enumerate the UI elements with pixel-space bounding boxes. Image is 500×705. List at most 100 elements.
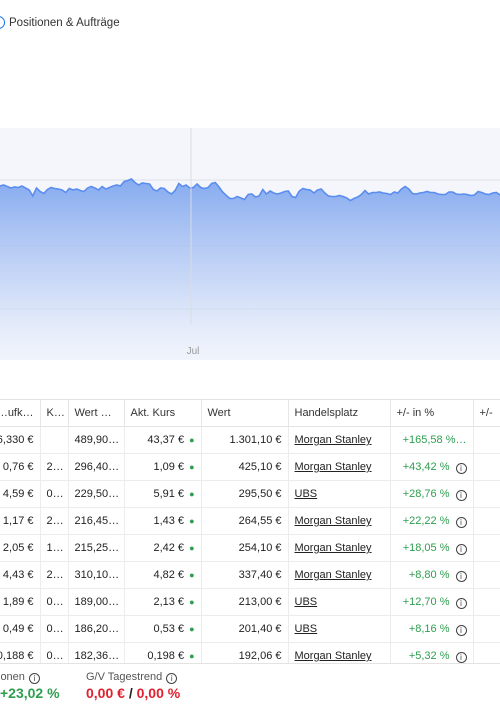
cell-abs [472,561,500,589]
cell-abs [472,507,500,535]
cell-wert: 213,00 € [200,588,288,616]
cell-wert: 425,10 € [200,453,288,481]
summary-left-value: +23,02 % [0,685,60,701]
live-dot-icon: ● [189,489,195,499]
info-icon[interactable]: i [455,624,467,636]
col-header-pct[interactable]: +/- in % [389,399,473,427]
handelsplatz-link[interactable]: UBS [295,488,318,500]
handelsplatz-link[interactable]: Morgan Stanley [295,542,372,554]
col-header-abs[interactable]: +/- [472,399,500,427]
cell-akt-kurs: 1,43 € ● [123,507,201,535]
price-chart: Jul [0,128,500,360]
cell-pct: +12,70 % i [389,588,473,616]
cell-k: 2… [39,453,68,481]
table-row[interactable]: 0,76 €2… 296,40… 1,09 € ● 425,10 € Morgan Sta… [0,453,500,481]
handelsplatz-link[interactable]: Morgan Stanley [295,650,372,662]
info-icon[interactable]: i [455,570,467,582]
handelsplatz-link[interactable]: UBS [295,596,318,608]
cell-handelsplatz: UBS [287,615,390,643]
cell-kaufkurs: 6,330 € [0,426,40,454]
gv-tagestrend-label: G/V Tagestrend [86,671,163,683]
cell-abs [472,534,500,562]
summary-footer: ionen i +23,02 % G/V Tagestrend i 0,00 € /… [0,663,500,705]
cell-handelsplatz: UBS [287,480,390,508]
price-chart-svg: Jul [0,128,500,360]
cell-akt-kurs: 4,82 € ● [123,561,201,589]
cell-wert: 254,10 € [200,534,288,562]
live-dot-icon: ● [189,543,195,553]
cell-pct: +8,80 % i [389,561,473,589]
col-header-k[interactable]: K… [39,399,68,427]
handelsplatz-link[interactable]: Morgan Stanley [295,461,372,473]
info-icon[interactable]: i [455,489,467,501]
col-header-handelsplatz[interactable]: Handelsplatz [287,399,390,427]
positions-orders-radio[interactable] [0,16,5,29]
info-icon[interactable]: i [455,462,467,474]
cell-wert-kauf: 216,45… [67,507,124,535]
info-icon[interactable]: i [455,516,467,528]
cell-k: 0… [39,480,68,508]
live-dot-icon: ● [189,570,195,580]
live-dot-icon: ● [189,435,195,445]
summary-left-label-wrap: ionen i [0,671,40,684]
pct-value: +165,58 %… [402,434,467,446]
col-header-wert-kauf[interactable]: Wert … [67,399,124,427]
cell-kaufkurs: 0,49 € [0,615,40,643]
col-header-kaufkurs[interactable]: …ufk… [0,399,40,427]
cell-handelsplatz: Morgan Stanley [287,426,390,454]
x-tick-label: Jul [187,346,200,357]
cell-wert-kauf: 310,10… [67,561,124,589]
table-row[interactable]: 4,59 €0… 229,50… 5,91 € ● 295,50 € UBS +28,76 … [0,480,500,508]
cell-akt-kurs: 2,13 € ● [123,588,201,616]
pct-value: +22,22 % [402,514,450,527]
live-dot-icon: ● [189,597,195,607]
cell-akt-kurs: 43,37 € ● [123,426,201,454]
table-row[interactable]: 4,43 €2… 310,10… 4,82 € ● 337,40 € Morgan Sta… [0,561,500,589]
handelsplatz-link[interactable]: Morgan Stanley [295,515,372,527]
positions-orders-label[interactable]: Positionen & Aufträge [9,17,120,29]
info-icon[interactable]: i [455,597,467,609]
table-row[interactable]: 0,49 €0… 186,20… 0,53 € ● 201,40 € UBS +8,16 %… [0,615,500,643]
pct-value: +43,42 % [402,460,450,473]
summary-right-label-wrap: G/V Tagestrend i [86,671,178,684]
pct-value: +5,32 % [408,649,450,662]
cell-wert: 201,40 € [200,615,288,643]
info-icon[interactable]: i [28,673,40,684]
cell-k: 1… [39,534,68,562]
summary-left-label: ionen [0,671,25,683]
col-header-wert[interactable]: Wert [200,399,288,427]
handelsplatz-link[interactable]: Morgan Stanley [295,434,372,446]
cell-akt-kurs: 0,198 € ● [123,642,201,663]
cell-kaufkurs: 1,17 € [0,507,40,535]
cell-wert: 192,06 € [200,642,288,663]
cell-wert-kauf: 182,36… [67,642,124,663]
gv-tagestrend-value: 0,00 € / 0,00 % [86,685,180,701]
table-row[interactable]: 6,330 € 489,90… 43,37 € ● 1.301,10 € Morgan S… [0,426,500,454]
table-row[interactable]: 0,188 €0… 182,36… 0,198 € ● 192,06 € Morgan S… [0,642,500,663]
akt-kurs-value: 2,42 € [153,542,185,554]
table-header-row: …ufk… K… Wert … Akt. Kurs Wert Handelspl… [0,399,500,427]
table-row[interactable]: 1,89 €0… 189,00… 2,13 € ● 213,00 € UBS +12,70 … [0,588,500,616]
cell-k: 0… [39,588,68,616]
cell-k: 0… [39,642,68,663]
info-icon[interactable]: i [455,651,467,663]
cell-wert: 337,40 € [200,561,288,589]
akt-kurs-value: 0,198 € [147,650,185,662]
info-icon[interactable]: i [166,673,178,684]
price-area [0,179,500,360]
cell-pct: +43,42 % i [389,453,473,481]
cell-k: 2… [39,561,68,589]
cell-wert: 264,55 € [200,507,288,535]
cell-handelsplatz: UBS [287,588,390,616]
col-header-akt-kurs[interactable]: Akt. Kurs [123,399,201,427]
handelsplatz-link[interactable]: UBS [295,623,318,635]
handelsplatz-link[interactable]: Morgan Stanley [295,569,372,581]
cell-kaufkurs: 2,05 € [0,534,40,562]
table-row[interactable]: 1,17 €2… 216,45… 1,43 € ● 264,55 € Morgan Sta… [0,507,500,535]
akt-kurs-value: 43,37 € [147,434,185,446]
cell-akt-kurs: 5,91 € ● [123,480,201,508]
info-icon[interactable]: i [455,543,467,555]
table-row[interactable]: 2,05 €1… 215,25… 2,42 € ● 254,10 € Morgan Sta… [0,534,500,562]
cell-wert-kauf: 229,50… [67,480,124,508]
cell-abs [472,642,500,663]
